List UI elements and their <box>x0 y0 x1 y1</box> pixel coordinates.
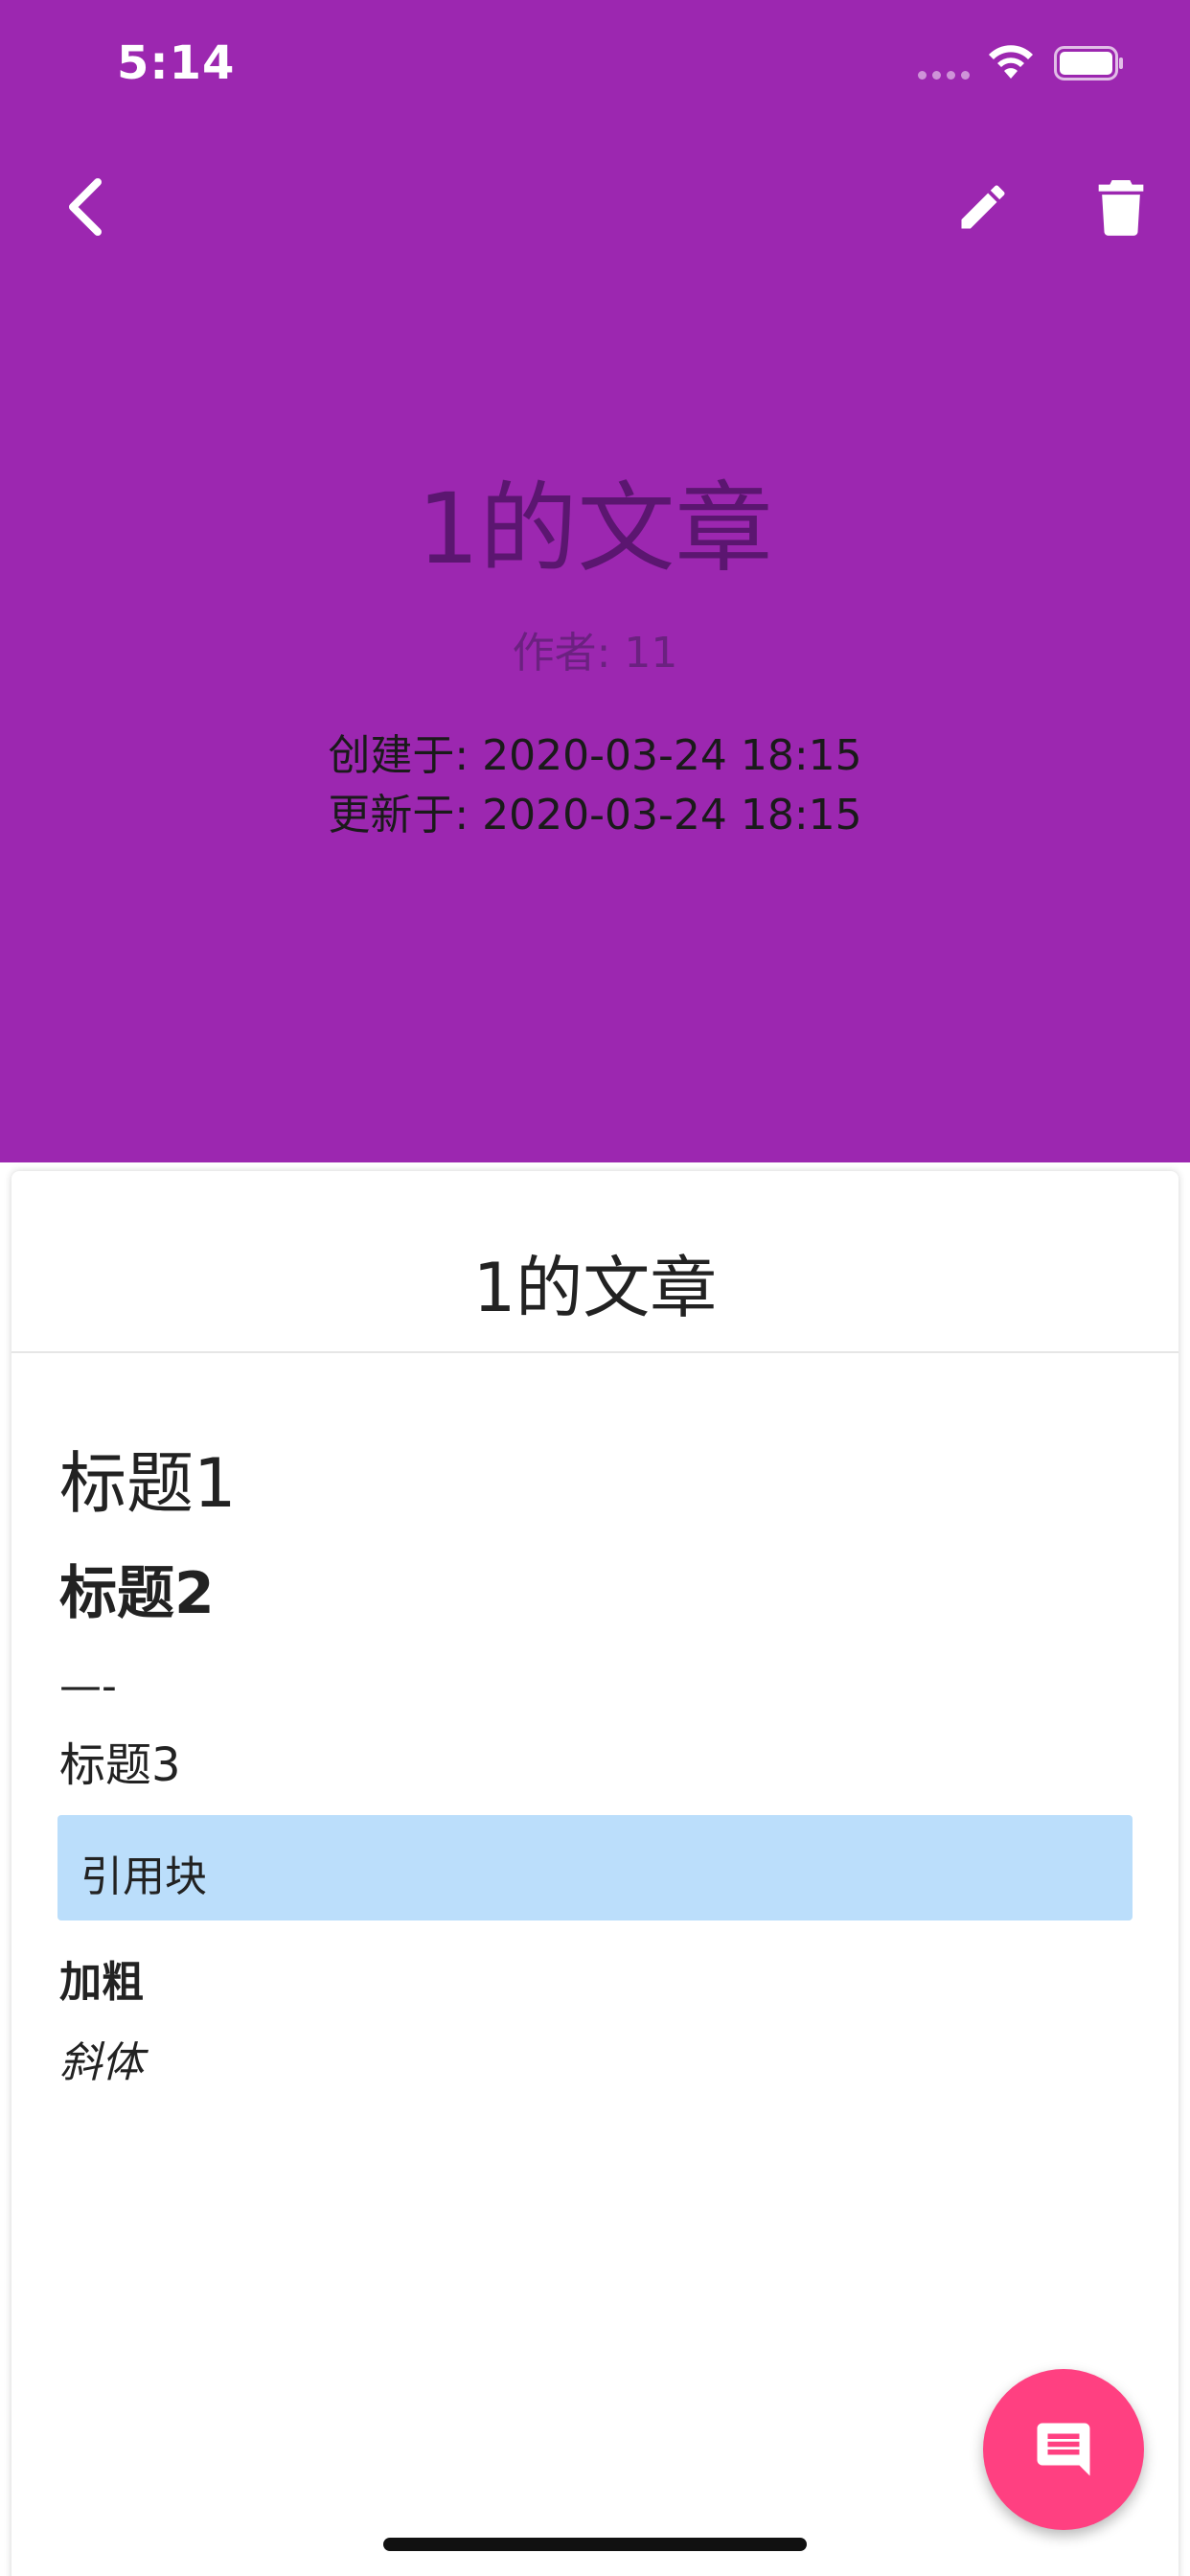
updated-timestamp: 更新于: 2020-03-24 18:15 <box>328 791 862 840</box>
article-card: 1的文章 标题1 标题2 —- 标题3 引用块 加粗 斜体 <box>11 1171 1179 2576</box>
comment-fab-button[interactable] <box>983 2369 1144 2530</box>
article-header: 5:14 1的文章 作者: 11 创建于: 2020-03-24 18:15 更… <box>0 0 1190 1162</box>
chevron-left-icon <box>69 178 102 236</box>
article-detail-screen: 5:14 1的文章 作者: 11 创建于: 2020-03-24 18:15 更… <box>0 0 1190 2576</box>
comment-icon <box>1037 2423 1090 2476</box>
blockquote-text: 引用块 <box>80 1852 207 1901</box>
back-button[interactable] <box>54 169 115 245</box>
pencil-icon <box>961 185 1005 229</box>
created-timestamp: 创建于: 2020-03-24 18:15 <box>328 731 862 780</box>
hero-title: 1的文章 <box>417 472 773 586</box>
heading-1: 标题1 <box>59 1444 237 1523</box>
edit-button[interactable] <box>947 169 1019 245</box>
delete-button[interactable] <box>1087 169 1156 245</box>
battery-icon <box>1054 46 1123 80</box>
italic-text: 斜体 <box>59 2038 144 2087</box>
wifi-icon <box>989 45 1033 79</box>
bold-text: 加粗 <box>59 1958 144 2007</box>
title-divider <box>11 1351 1179 1353</box>
heading-3: 标题3 <box>59 1738 181 1792</box>
hero-author: 作者: 11 <box>512 629 678 678</box>
heading-2: 标题2 <box>59 1560 215 1627</box>
article-title: 1的文章 <box>472 1249 718 1327</box>
blockquote: 引用块 <box>57 1815 1133 1920</box>
trash-icon <box>1098 180 1144 236</box>
horizontal-rule-text: —- <box>59 1662 117 1711</box>
cellular-signal-icon <box>918 71 972 80</box>
status-time: 5:14 <box>117 36 236 90</box>
home-indicator <box>383 2538 807 2551</box>
